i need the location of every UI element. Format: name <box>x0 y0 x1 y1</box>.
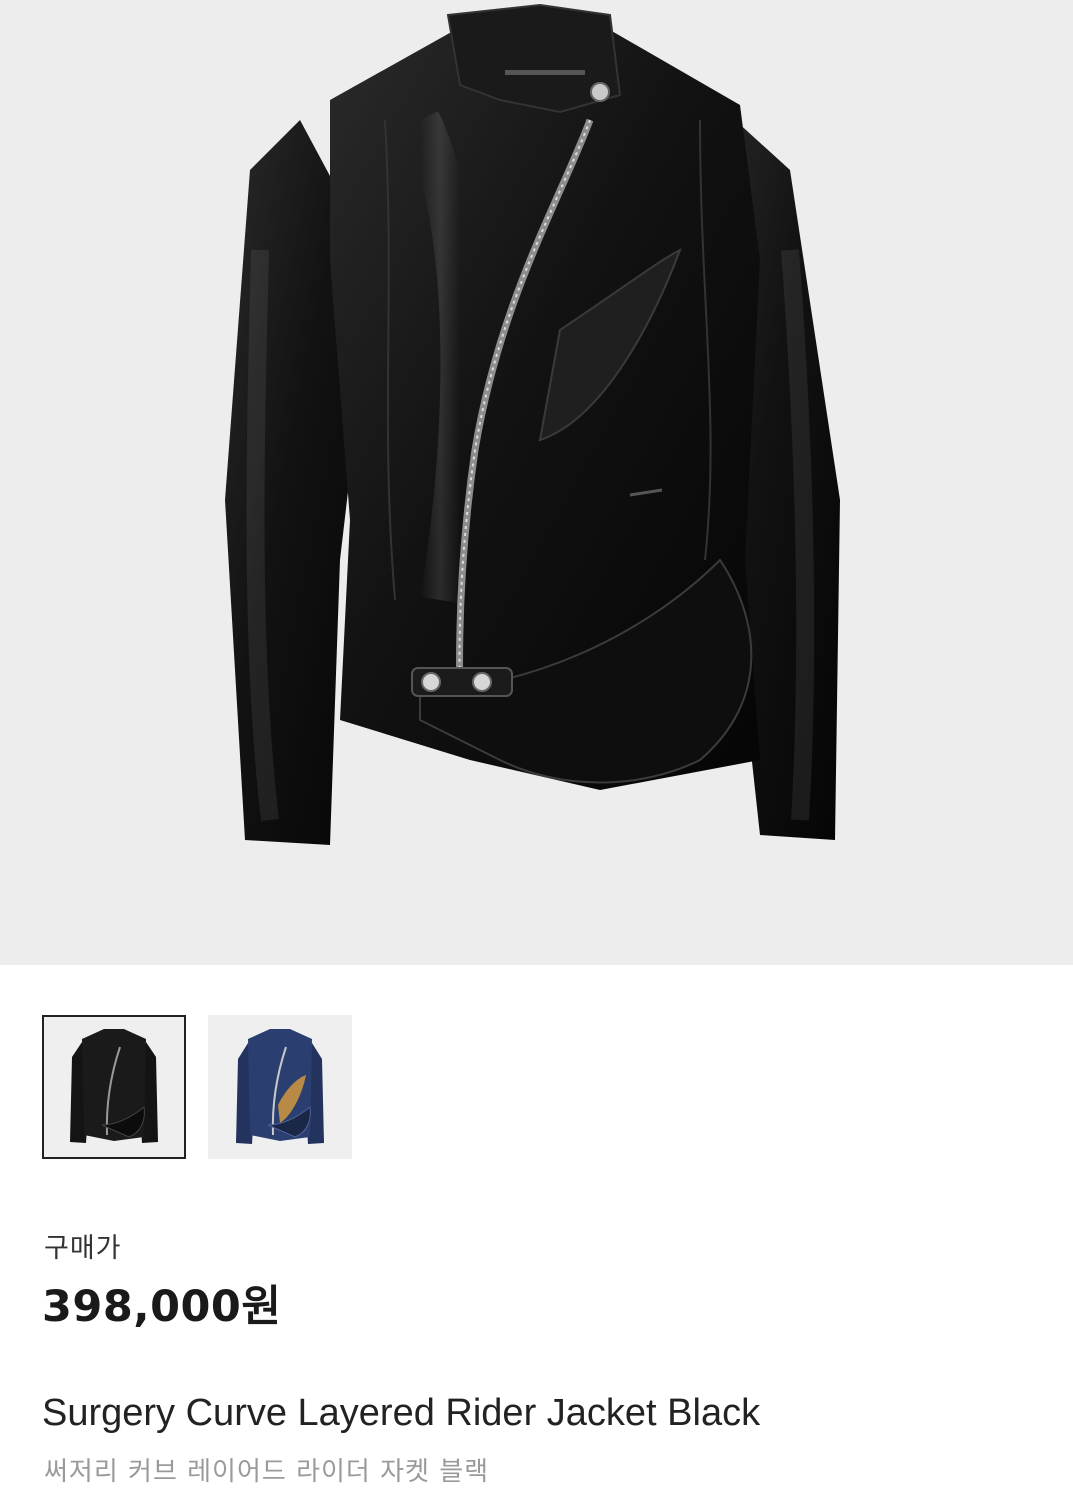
product-name-english: Surgery Curve Layered Rider Jacket Black <box>42 1392 761 1434</box>
jacket-navy-thumbnail-icon <box>236 1029 324 1144</box>
product-detail-page: 구매가 398,000원 Surgery Curve Layered Rider… <box>0 0 1073 1500</box>
jacket-black-thumbnail-icon <box>70 1029 158 1143</box>
leather-jacket-image <box>225 3 840 845</box>
thumbnail-navy[interactable] <box>208 1015 352 1159</box>
price-label: 구매가 <box>44 1233 122 1264</box>
product-name-korean: 써저리 커브 레이어드 라이더 자켓 블랙 <box>44 1457 490 1487</box>
product-main-image[interactable] <box>0 0 1073 965</box>
thumbnail-list <box>42 1015 352 1159</box>
product-price: 398,000원 <box>42 1282 282 1332</box>
thumbnail-black[interactable] <box>42 1015 186 1159</box>
